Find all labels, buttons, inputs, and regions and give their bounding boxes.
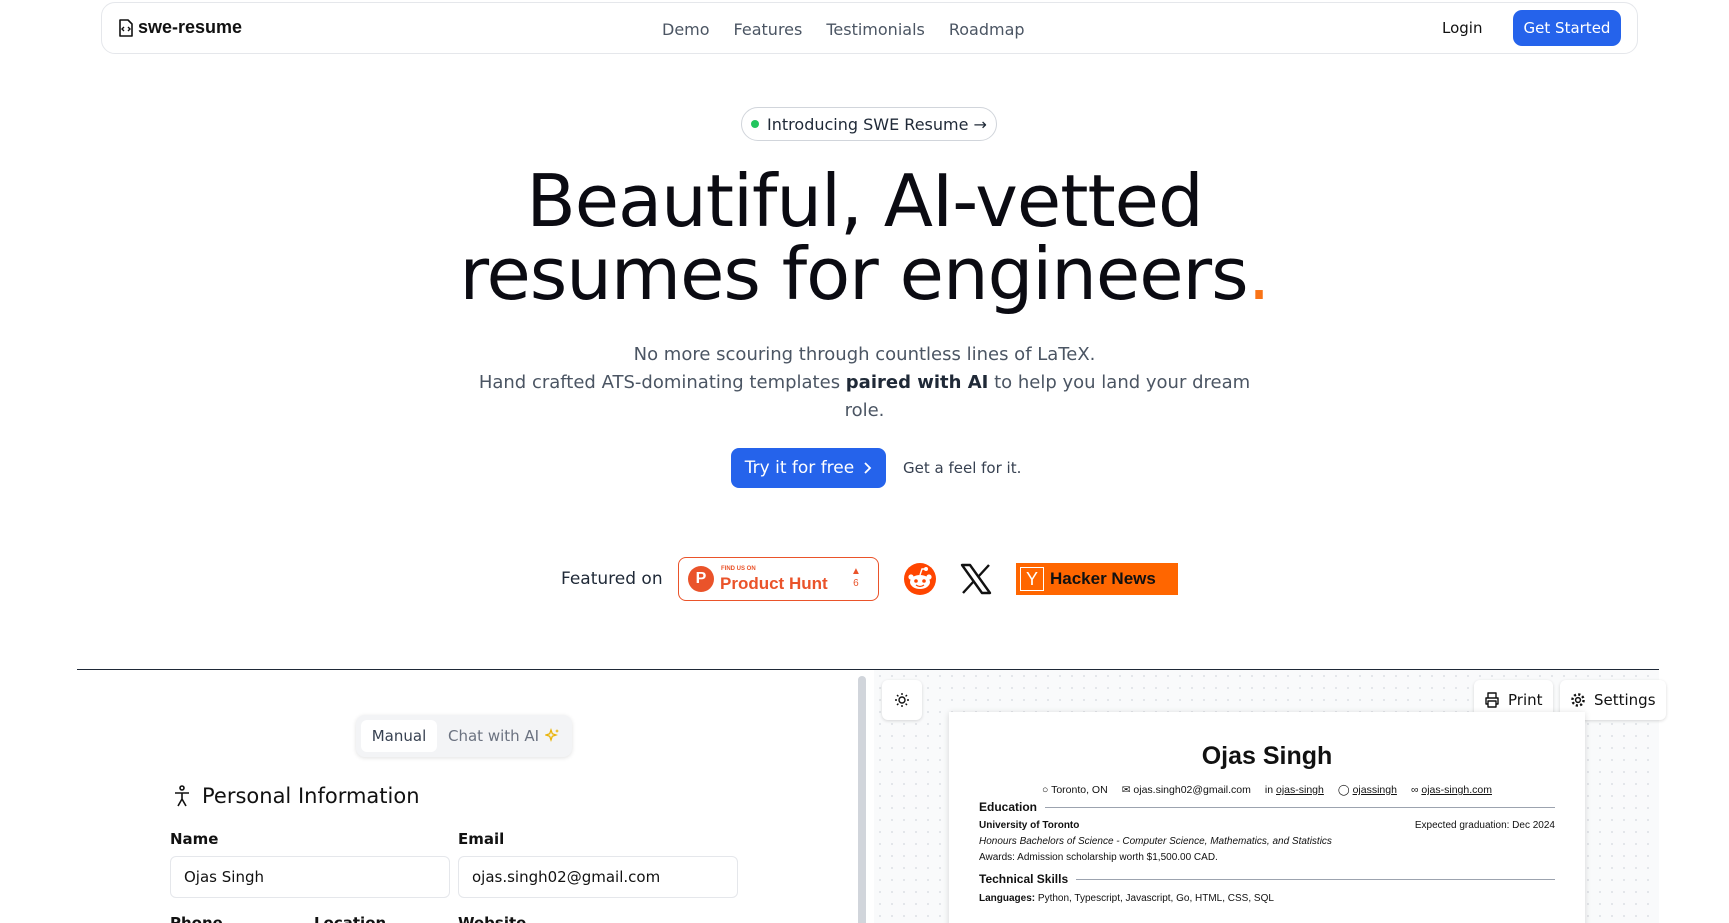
upvote-count: 6 <box>853 578 859 589</box>
github-item[interactable]: ◯ ojassingh <box>1338 784 1397 796</box>
name-input[interactable]: Ojas Singh <box>170 856 450 898</box>
hero-subtitle-pre: Hand crafted ATS-dominating templates <box>478 372 846 393</box>
hero-title-line2: resumes for engineers. <box>0 237 1729 311</box>
theme-toggle-button[interactable] <box>882 680 922 720</box>
resume-email: ojas.singh02@gmail.com <box>1133 784 1251 796</box>
product-hunt-caption: FIND US ON <box>721 566 756 572</box>
website-label: Website <box>458 914 527 923</box>
product-hunt-badge[interactable]: P FIND US ON Product Hunt ▲ 6 <box>678 557 879 601</box>
languages-label: Languages: <box>979 893 1036 904</box>
email-item: ✉ ojas.singh02@gmail.com <box>1122 784 1251 796</box>
map-pin-icon: ○ <box>1042 784 1049 796</box>
file-code-icon <box>119 18 133 37</box>
reddit-icon[interactable] <box>903 562 937 596</box>
linkedin-item[interactable]: in ojas-singh <box>1265 784 1324 796</box>
hero-subtitle-line1: No more scouring through countless lines… <box>633 344 1096 365</box>
resume-website[interactable]: ojas-singh.com <box>1421 784 1492 796</box>
nav-link-demo[interactable]: Demo <box>662 20 710 39</box>
intro-badge-label: Introducing SWE Resume → <box>767 114 987 134</box>
intro-badge[interactable]: Introducing SWE Resume → <box>741 107 997 141</box>
resume-degree: Honours Bachelors of Science - Computer … <box>979 836 1332 847</box>
linkedin-icon: in <box>1264 784 1274 796</box>
sparkles-icon <box>545 728 560 742</box>
featured-label: Featured on <box>561 569 663 589</box>
product-hunt-icon: P <box>688 566 714 592</box>
chevron-right-icon <box>864 462 872 474</box>
nav-links: Demo Features Testimonials Roadmap <box>662 3 1025 55</box>
hero-title-line2-text: resumes for engineers <box>459 232 1248 316</box>
person-standing-icon <box>175 785 189 807</box>
personal-info-title: Personal Information <box>202 784 420 808</box>
resume-linkedin[interactable]: ojas-singh <box>1276 784 1324 796</box>
product-hunt-upvotes: ▲ 6 <box>851 566 861 590</box>
login-link[interactable]: Login <box>1442 19 1482 37</box>
email-label: Email <box>458 830 505 848</box>
name-label: Name <box>170 830 219 848</box>
pane-resize-handle[interactable] <box>858 676 866 923</box>
resume-name: Ojas Singh <box>1201 742 1333 770</box>
brand-name: swe-resume <box>138 17 243 37</box>
link-icon: ∞ <box>1410 784 1419 796</box>
hero-title-dot: . <box>1247 232 1271 316</box>
upvote-triangle-icon: ▲ <box>851 566 861 577</box>
email-input[interactable]: ojas.singh02@gmail.com <box>458 856 738 898</box>
top-nav: swe-resume Demo Features Testimonials Ro… <box>101 2 1638 54</box>
resume-contact-row: ○ Toronto, ON ✉ ojas.singh02@gmail.com i… <box>949 784 1585 796</box>
hero-subtitle-bold: paired with AI <box>845 372 989 393</box>
demo-section: Manual Chat with AI Personal Information… <box>77 669 1666 923</box>
x-twitter-icon[interactable] <box>959 562 993 596</box>
website-item[interactable]: ∞ ojas-singh.com <box>1411 784 1492 796</box>
brand-logo[interactable]: swe-resume <box>118 17 242 38</box>
phone-label: Phone <box>170 914 223 923</box>
education-title: Education <box>979 800 1038 814</box>
mode-toggle: Manual Chat with AI <box>356 715 572 757</box>
hero-subtitle-line2: Hand crafted ATS-dominating templates pa… <box>0 369 1729 397</box>
nav-link-roadmap[interactable]: Roadmap <box>949 20 1025 39</box>
section-rule <box>1045 806 1555 808</box>
education-heading: Education <box>979 800 1555 814</box>
github-icon: ◯ <box>1337 784 1350 796</box>
gear-icon <box>1571 693 1585 707</box>
feel-link[interactable]: Get a feel for it. <box>903 459 1021 477</box>
resume-github[interactable]: ojassingh <box>1353 784 1397 796</box>
resume-school: University of Toronto <box>979 820 1080 831</box>
settings-label: Settings <box>1594 691 1656 709</box>
mode-ai-label: Chat with AI <box>448 727 540 745</box>
product-hunt-title: Product Hunt <box>720 574 828 593</box>
nav-link-features[interactable]: Features <box>734 20 803 39</box>
try-free-button[interactable]: Try it for free <box>731 448 886 488</box>
preview-pane: Print Settings Ojas Singh ○ Toronto, ON … <box>874 670 1666 923</box>
skills-heading: Technical Skills <box>979 872 1555 886</box>
get-started-button[interactable]: Get Started <box>1513 10 1621 46</box>
location-label: Location <box>314 914 387 923</box>
hero-subtitle-line3: role. <box>844 400 885 421</box>
resume-preview: Ojas Singh ○ Toronto, ON ✉ ojas.singh02@… <box>949 712 1585 923</box>
resume-graduation: Expected graduation: Dec 2024 <box>1414 820 1555 831</box>
status-dot <box>751 120 760 128</box>
hero-title-line1: Beautiful, AI-vetted <box>526 159 1203 243</box>
print-label: Print <box>1508 691 1543 709</box>
sun-icon <box>895 693 909 707</box>
mode-manual-tab[interactable]: Manual <box>361 720 437 752</box>
hero-subtitle-post: to help you land your dream <box>988 372 1251 393</box>
resume-awards: Awards: Admission scholarship worth $1,5… <box>979 852 1218 863</box>
languages-value: Python, Typescript, Javascript, Go, HTML… <box>1035 893 1274 904</box>
try-free-label: Try it for free <box>744 458 855 478</box>
resume-location: Toronto, ON <box>1051 784 1108 796</box>
nav-link-testimonials[interactable]: Testimonials <box>826 20 925 39</box>
printer-icon <box>1485 692 1499 708</box>
hacker-news-icon: Y <box>1020 567 1044 591</box>
skills-title: Technical Skills <box>979 872 1069 886</box>
location-item: ○ Toronto, ON <box>1042 784 1108 796</box>
hacker-news-badge[interactable]: Y Hacker News <box>1016 563 1178 595</box>
personal-info-heading: Personal Information <box>172 784 420 808</box>
section-rule <box>1076 878 1555 880</box>
mode-ai-tab[interactable]: Chat with AI <box>448 720 561 752</box>
mail-icon: ✉ <box>1121 784 1131 796</box>
hacker-news-label: Hacker News <box>1050 569 1156 588</box>
resume-languages: Languages: Python, Typescript, Javascrip… <box>979 893 1274 904</box>
editor-pane: Manual Chat with AI Personal Information… <box>77 670 857 923</box>
